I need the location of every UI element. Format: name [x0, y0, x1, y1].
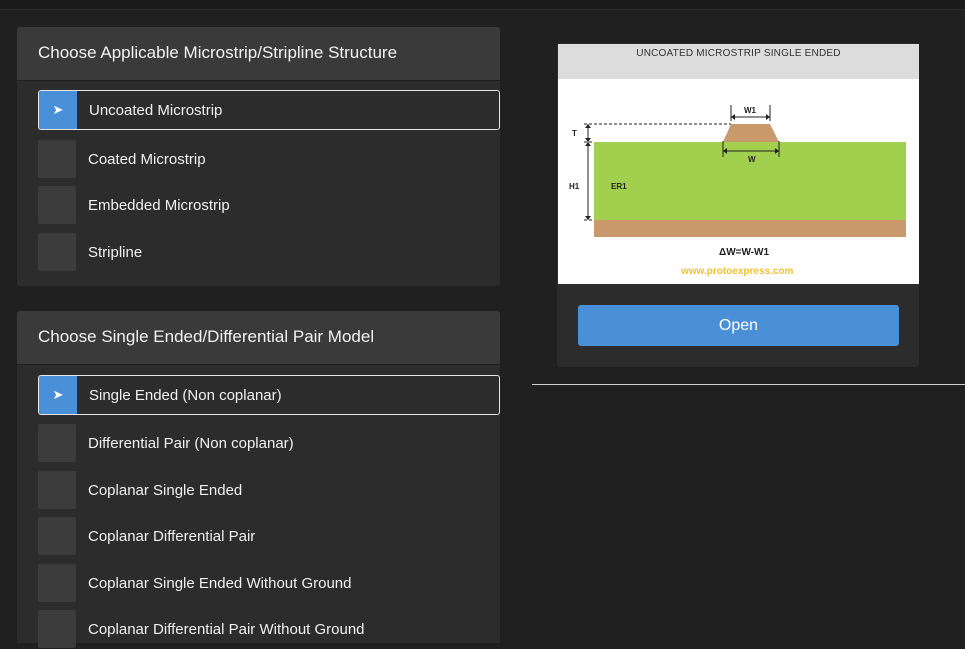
w1-arrow-right [766, 114, 770, 120]
option-label: Differential Pair (Non coplanar) [88, 434, 294, 452]
model-panel: Choose Single Ended/Differential Pair Mo… [17, 311, 500, 648]
option-coplanar-single-ended[interactable]: Coplanar Single Ended [38, 470, 500, 510]
section-divider [532, 384, 965, 385]
t-label: T [572, 129, 577, 138]
radio-box [38, 424, 76, 462]
option-single-ended-non-coplanar[interactable]: ➤ Single Ended (Non coplanar) [38, 375, 500, 415]
radio-box [38, 610, 76, 648]
w1-label: W1 [744, 106, 757, 115]
model-panel-title: Choose Single Ended/Differential Pair Mo… [38, 327, 375, 346]
option-coated-microstrip[interactable]: Coated Microstrip [38, 139, 500, 179]
option-uncoated-microstrip[interactable]: ➤ Uncoated Microstrip [38, 90, 500, 130]
t-arrow-bottom [585, 138, 591, 142]
radio-box [38, 140, 76, 178]
h1-label: H1 [569, 182, 580, 191]
structure-panel-title: Choose Applicable Microstrip/Stripline S… [38, 43, 398, 62]
option-embedded-microstrip[interactable]: Embedded Microstrip [38, 185, 500, 225]
option-label: Coated Microstrip [88, 150, 206, 168]
option-stripline[interactable]: Stripline [38, 232, 500, 272]
selected-arrow-icon: ➤ [39, 91, 77, 129]
option-label: Coplanar Differential Pair Without Groun… [88, 620, 365, 638]
radio-box [38, 564, 76, 602]
option-label: Coplanar Single Ended [88, 481, 243, 499]
delta-w-formula: ΔW=W-W1 [719, 247, 769, 258]
option-label: Coplanar Single Ended Without Ground [88, 574, 352, 592]
radio-box [38, 186, 76, 224]
w1-arrow-left [731, 114, 735, 120]
structure-diagram: UNCOATED MICROSTRIP SINGLE ENDED W1 W T … [558, 44, 919, 284]
dielectric-layer [594, 142, 906, 220]
selected-arrow-icon: ➤ [39, 376, 77, 414]
diagram-svg: W1 W T H1 ER1 ΔW=W-W1 www.protoexpress.c… [569, 105, 906, 277]
option-label: Stripline [88, 243, 143, 261]
h1-arrow-top [585, 142, 591, 146]
diagram-title: UNCOATED MICROSTRIP SINGLE ENDED [558, 44, 919, 79]
option-differential-pair-non-coplanar[interactable]: Differential Pair (Non coplanar) [38, 423, 500, 463]
h1-arrow-bottom [585, 216, 591, 220]
option-label: Coplanar Differential Pair [88, 527, 256, 545]
ground-plane [594, 220, 906, 237]
trace-shape [723, 124, 779, 142]
open-button[interactable]: Open [578, 305, 899, 346]
er1-label: ER1 [611, 182, 627, 191]
radio-box [38, 233, 76, 271]
structure-panel-header: Choose Applicable Microstrip/Stripline S… [17, 27, 500, 81]
option-coplanar-differential-pair[interactable]: Coplanar Differential Pair [38, 516, 500, 556]
radio-box [38, 517, 76, 555]
website-label: www.protoexpress.com [680, 266, 794, 277]
model-panel-header: Choose Single Ended/Differential Pair Mo… [17, 311, 500, 365]
structure-panel: Choose Applicable Microstrip/Stripline S… [17, 27, 500, 286]
option-label: Uncoated Microstrip [89, 101, 223, 119]
radio-box [38, 471, 76, 509]
option-coplanar-differential-pair-without-ground[interactable]: Coplanar Differential Pair Without Groun… [38, 609, 500, 649]
top-bar [0, 0, 965, 10]
option-coplanar-single-ended-without-ground[interactable]: Coplanar Single Ended Without Ground [38, 563, 500, 603]
w-label: W [748, 155, 756, 164]
option-label: Embedded Microstrip [88, 196, 230, 214]
option-label: Single Ended (Non coplanar) [89, 386, 282, 404]
t-arrow-top [585, 124, 591, 128]
preview-card: UNCOATED MICROSTRIP SINGLE ENDED W1 W T … [557, 43, 919, 367]
